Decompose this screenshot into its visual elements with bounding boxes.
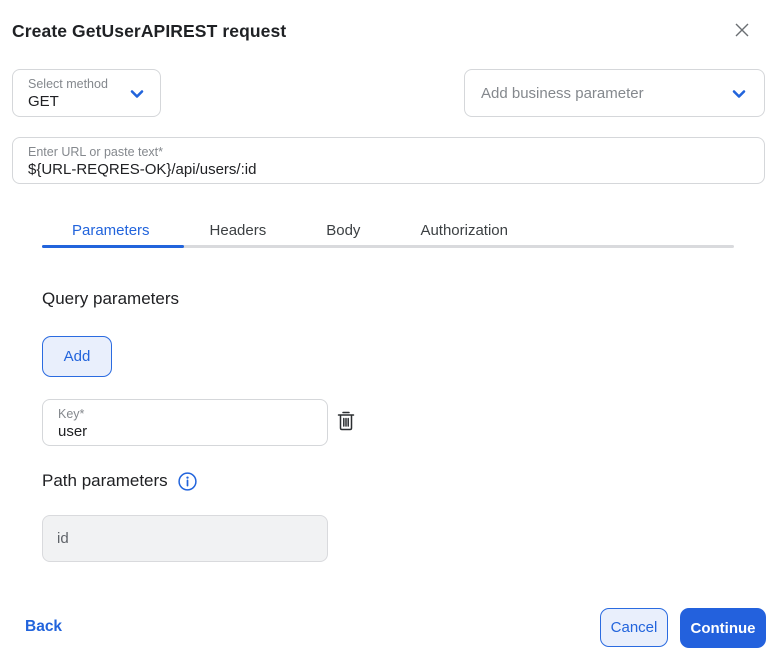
url-field[interactable]: Enter URL or paste text* xyxy=(12,137,765,184)
url-input[interactable] xyxy=(28,161,724,178)
path-parameter-input xyxy=(43,516,327,561)
cancel-button[interactable]: Cancel xyxy=(600,608,668,647)
trash-icon xyxy=(335,409,357,438)
delete-query-parameter-button[interactable] xyxy=(333,410,359,436)
path-parameter-field xyxy=(42,515,328,562)
add-query-parameter-button[interactable]: Add xyxy=(42,336,112,377)
query-key-field[interactable]: Key* xyxy=(42,399,328,446)
back-link[interactable]: Back xyxy=(25,618,62,636)
method-select[interactable]: Select method xyxy=(12,69,161,117)
path-parameters-heading: Path parameters xyxy=(42,471,168,490)
path-parameters-heading-row: Path parameters xyxy=(42,471,197,491)
chevron-down-icon xyxy=(730,85,748,108)
info-icon[interactable] xyxy=(178,471,197,491)
create-request-dialog: Create GetUserAPIREST request Select met… xyxy=(0,0,778,664)
dialog-title: Create GetUserAPIREST request xyxy=(12,21,287,41)
query-key-label: Key* xyxy=(58,407,85,421)
query-key-input[interactable] xyxy=(58,423,287,440)
business-parameter-placeholder: Add business parameter xyxy=(481,84,644,102)
url-field-label: Enter URL or paste text* xyxy=(28,145,164,159)
continue-button[interactable]: Continue xyxy=(680,608,766,648)
chevron-down-icon xyxy=(128,85,146,108)
active-tab-indicator xyxy=(42,245,184,248)
query-parameters-heading: Query parameters xyxy=(42,289,179,308)
method-select-label: Select method xyxy=(28,77,108,91)
close-button[interactable] xyxy=(732,22,752,42)
business-parameter-select[interactable]: Add business parameter xyxy=(464,69,765,117)
method-select-value[interactable] xyxy=(28,93,120,110)
close-icon xyxy=(733,21,751,44)
